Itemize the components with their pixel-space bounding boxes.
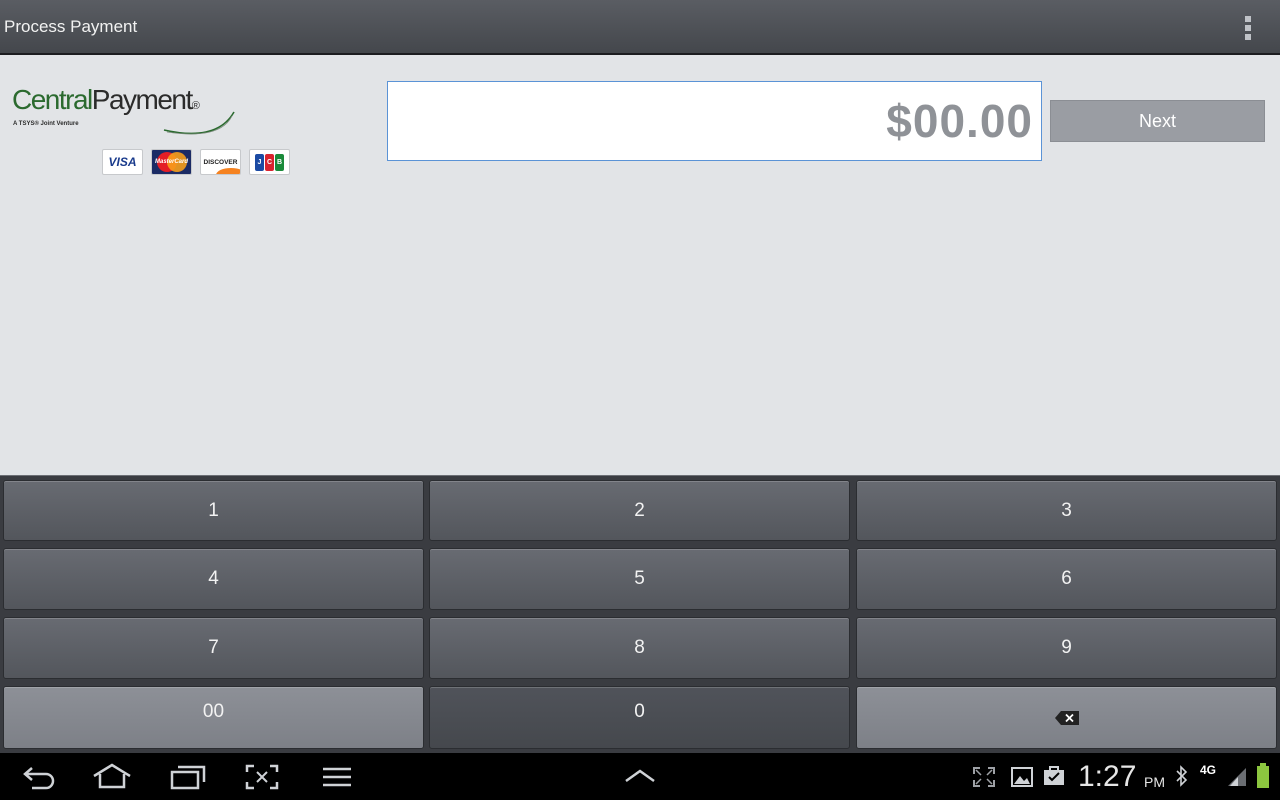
signal-icon	[1228, 768, 1246, 786]
clock-ampm: PM	[1144, 774, 1165, 790]
bluetooth-icon	[1176, 765, 1188, 787]
system-bar: 1:27 PM 4G	[0, 753, 1280, 800]
amount-input[interactable]: $00.00	[387, 81, 1042, 161]
logo-swoosh-icon	[163, 111, 235, 135]
overflow-menu-icon[interactable]	[1240, 16, 1256, 40]
key-4[interactable]: 4	[3, 548, 424, 610]
key-00[interactable]: 00	[3, 686, 424, 749]
jcb-card-icon: J C B	[249, 149, 290, 175]
visa-card-icon: VISA	[102, 149, 143, 175]
key-5[interactable]: 5	[429, 548, 850, 610]
battery-icon	[1257, 763, 1269, 788]
key-1[interactable]: 1	[3, 480, 424, 541]
discover-card-icon: DISCOVER	[200, 149, 241, 175]
backspace-icon	[1054, 710, 1079, 725]
page-title: Process Payment	[4, 16, 138, 36]
mastercard-card-icon: MasterCard	[151, 149, 192, 175]
screenshot-icon[interactable]	[245, 764, 279, 790]
gallery-icon	[1011, 767, 1033, 787]
key-0[interactable]: 0	[429, 686, 850, 749]
menu-icon[interactable]	[322, 767, 352, 787]
numeric-keypad: 1 2 3 4 5 6 7 8 9 00 0	[0, 475, 1280, 753]
amount-value: $00.00	[886, 95, 1033, 147]
accepted-cards: VISA MasterCard DISCOVER J C B	[102, 149, 290, 175]
backspace-key[interactable]	[856, 686, 1277, 749]
key-2[interactable]: 2	[429, 480, 850, 541]
action-bar: Process Payment	[0, 0, 1280, 55]
logo-brand-central: Central	[12, 84, 93, 115]
key-6[interactable]: 6	[856, 548, 1277, 610]
main-content: CentralPayment® A TSYS® Joint Venture VI…	[0, 55, 1280, 475]
key-8[interactable]: 8	[429, 617, 850, 679]
central-payment-logo: CentralPayment® A TSYS® Joint Venture	[12, 85, 242, 135]
back-icon[interactable]	[22, 764, 56, 790]
clock-time: 1:27	[1078, 760, 1137, 793]
key-9[interactable]: 9	[856, 617, 1277, 679]
home-icon[interactable]	[92, 763, 132, 789]
fullscreen-icon	[973, 767, 995, 787]
key-3[interactable]: 3	[856, 480, 1277, 541]
next-button[interactable]: Next	[1050, 100, 1265, 142]
shopping-bag-icon	[1044, 766, 1064, 785]
recent-apps-icon[interactable]	[170, 764, 206, 790]
chevron-up-icon[interactable]	[624, 768, 656, 784]
key-7[interactable]: 7	[3, 617, 424, 679]
network-type: 4G	[1200, 763, 1217, 777]
